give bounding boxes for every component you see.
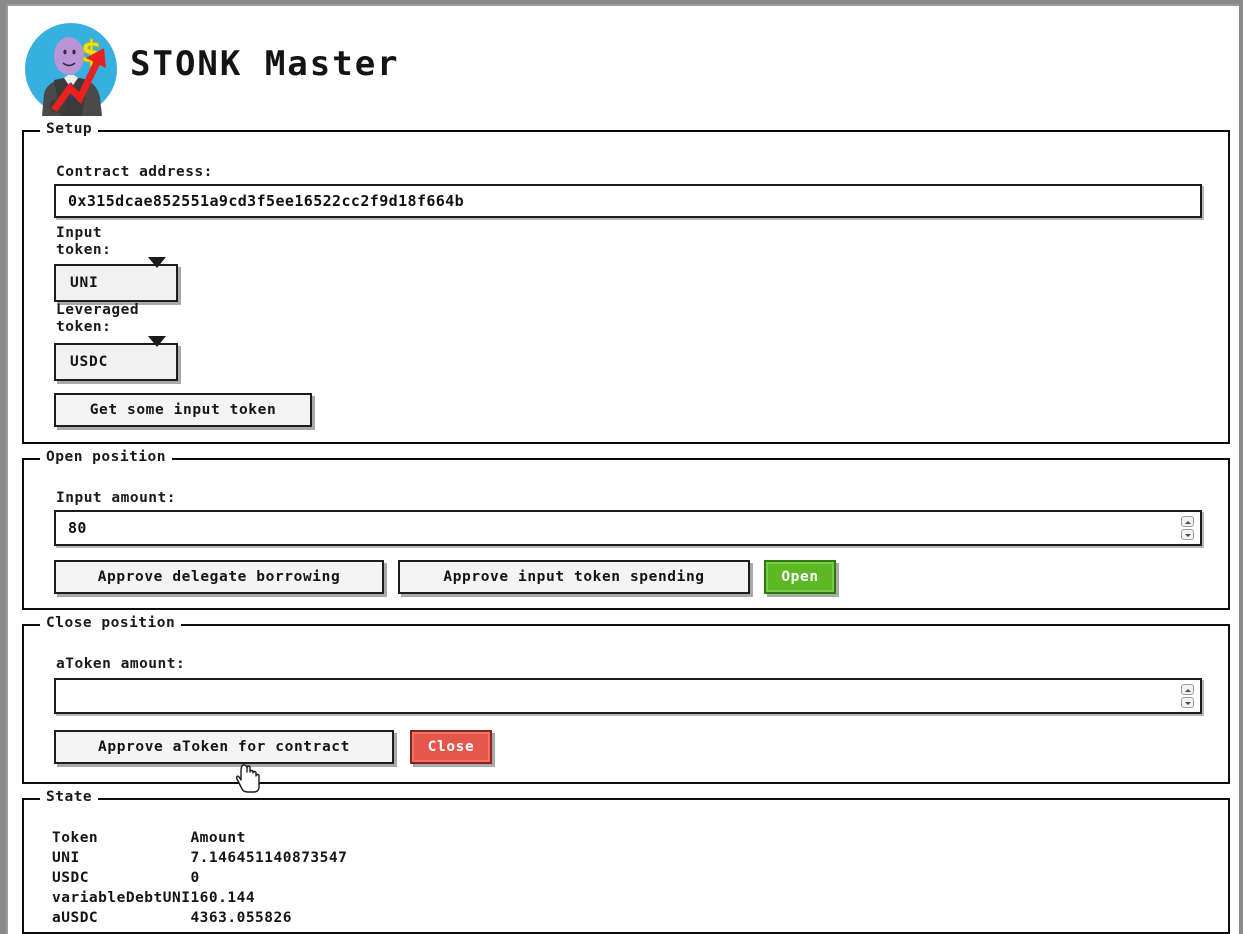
table-row: USDC 0 (52, 870, 200, 886)
state-group: State Token Amount UNI 7.146451140873547 U… (22, 789, 1230, 934)
app-window: $ STONK Master Setup Contract address: 0… (6, 4, 1239, 934)
leveraged-token-value: USDC (70, 354, 109, 370)
input-token-value: UNI (70, 275, 99, 291)
input-token-label: Input token: (56, 225, 112, 258)
input-token-select[interactable]: UNI (54, 257, 178, 302)
get-input-token-button[interactable]: Get some input token (54, 393, 312, 427)
table-row: variableDebtUNI160.144 (52, 890, 256, 906)
leveraged-token-label: Leveraged token: (56, 302, 140, 335)
table-row: aUSDC 4363.055826 (52, 910, 292, 926)
input-amount-input[interactable]: 80 (54, 510, 1202, 546)
close-button[interactable]: Close (410, 730, 492, 764)
atoken-amount-input[interactable] (54, 678, 1202, 714)
table-row: UNI 7.146451140873547 (52, 850, 348, 866)
stepper-up-icon[interactable] (1181, 684, 1194, 695)
state-table: Token Amount UNI 7.146451140873547 USDC 0 v… (52, 828, 347, 928)
input-amount-value: 80 (68, 519, 87, 537)
open-position-group: Open position Input amount: 80 Approve d… (22, 449, 1230, 610)
chevron-down-icon (148, 336, 166, 347)
setup-group-title: Setup (40, 121, 99, 137)
contract-address-label: Contract address: (56, 164, 213, 180)
app-header: $ STONK Master (8, 6, 1239, 124)
atoken-amount-stepper[interactable] (1181, 683, 1194, 709)
close-position-group: Close position aToken amount: Approve aT… (22, 615, 1230, 784)
setup-group: Setup Contract address: 0x315dcae852551a… (22, 121, 1230, 444)
approve-input-token-spending-button[interactable]: Approve input token spending (398, 560, 750, 594)
leveraged-token-select[interactable]: USDC (54, 336, 178, 381)
input-amount-stepper[interactable] (1181, 515, 1194, 541)
atoken-amount-label: aToken amount: (56, 656, 186, 672)
state-table-header: Token Amount (52, 830, 246, 846)
stepper-up-icon[interactable] (1181, 516, 1194, 527)
approve-delegate-borrowing-button[interactable]: Approve delegate borrowing (54, 560, 384, 594)
contract-address-input[interactable]: 0x315dcae852551a9cd3f5ee16522cc2f9d18f66… (54, 184, 1202, 218)
chevron-down-icon (148, 257, 166, 268)
open-button[interactable]: Open (764, 560, 836, 594)
close-position-group-title: Close position (40, 615, 182, 631)
stepper-down-icon[interactable] (1181, 697, 1194, 708)
input-amount-label: Input amount: (56, 490, 176, 506)
page-title: STONK Master (130, 44, 400, 84)
stonks-meme-icon: $ (24, 22, 118, 116)
open-position-group-title: Open position (40, 449, 172, 465)
approve-atoken-button[interactable]: Approve aToken for contract (54, 730, 394, 764)
state-group-title: State (40, 789, 99, 805)
stepper-down-icon[interactable] (1181, 529, 1194, 540)
